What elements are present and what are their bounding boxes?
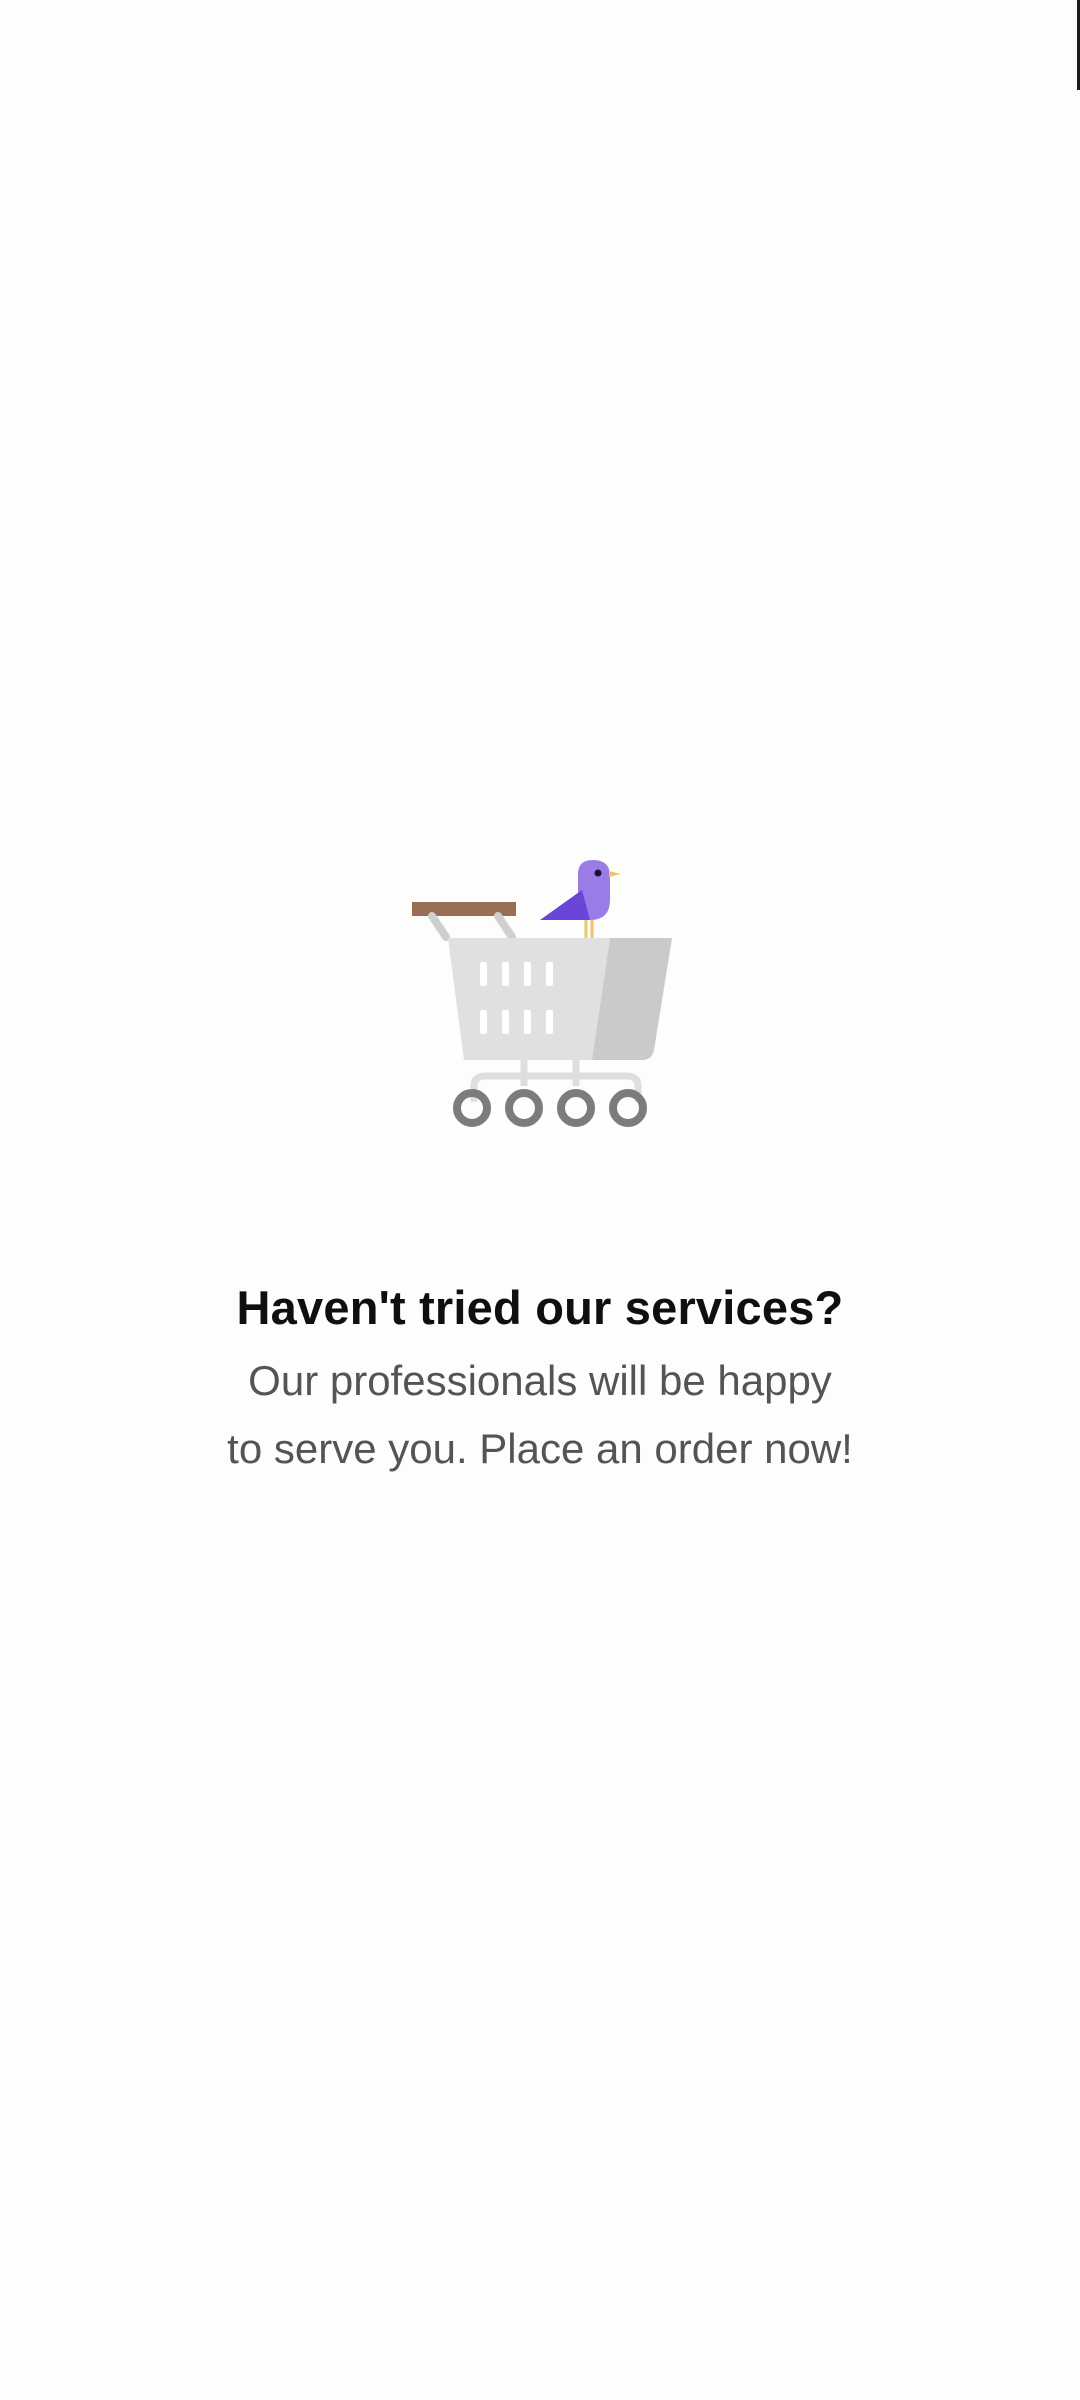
- cart-wheel: [557, 1089, 595, 1127]
- empty-orders-screen: Haven't tried our services? Our professi…: [0, 0, 1080, 2400]
- empty-state-title: Haven't tried our services?: [236, 1281, 844, 1334]
- cart-wheel: [505, 1089, 543, 1127]
- subtitle-line-2: to serve you. Place an order now!: [227, 1425, 853, 1472]
- empty-state: Haven't tried our services? Our professi…: [0, 840, 1080, 1483]
- shopping-cart-with-bird-icon: [412, 860, 672, 1127]
- subtitle-line-1: Our professionals will be happy: [248, 1357, 832, 1404]
- empty-state-subtitle: Our professionals will be happy to serve…: [190, 1347, 890, 1483]
- cart-wheel: [609, 1089, 647, 1127]
- cart-basket: [448, 938, 610, 1060]
